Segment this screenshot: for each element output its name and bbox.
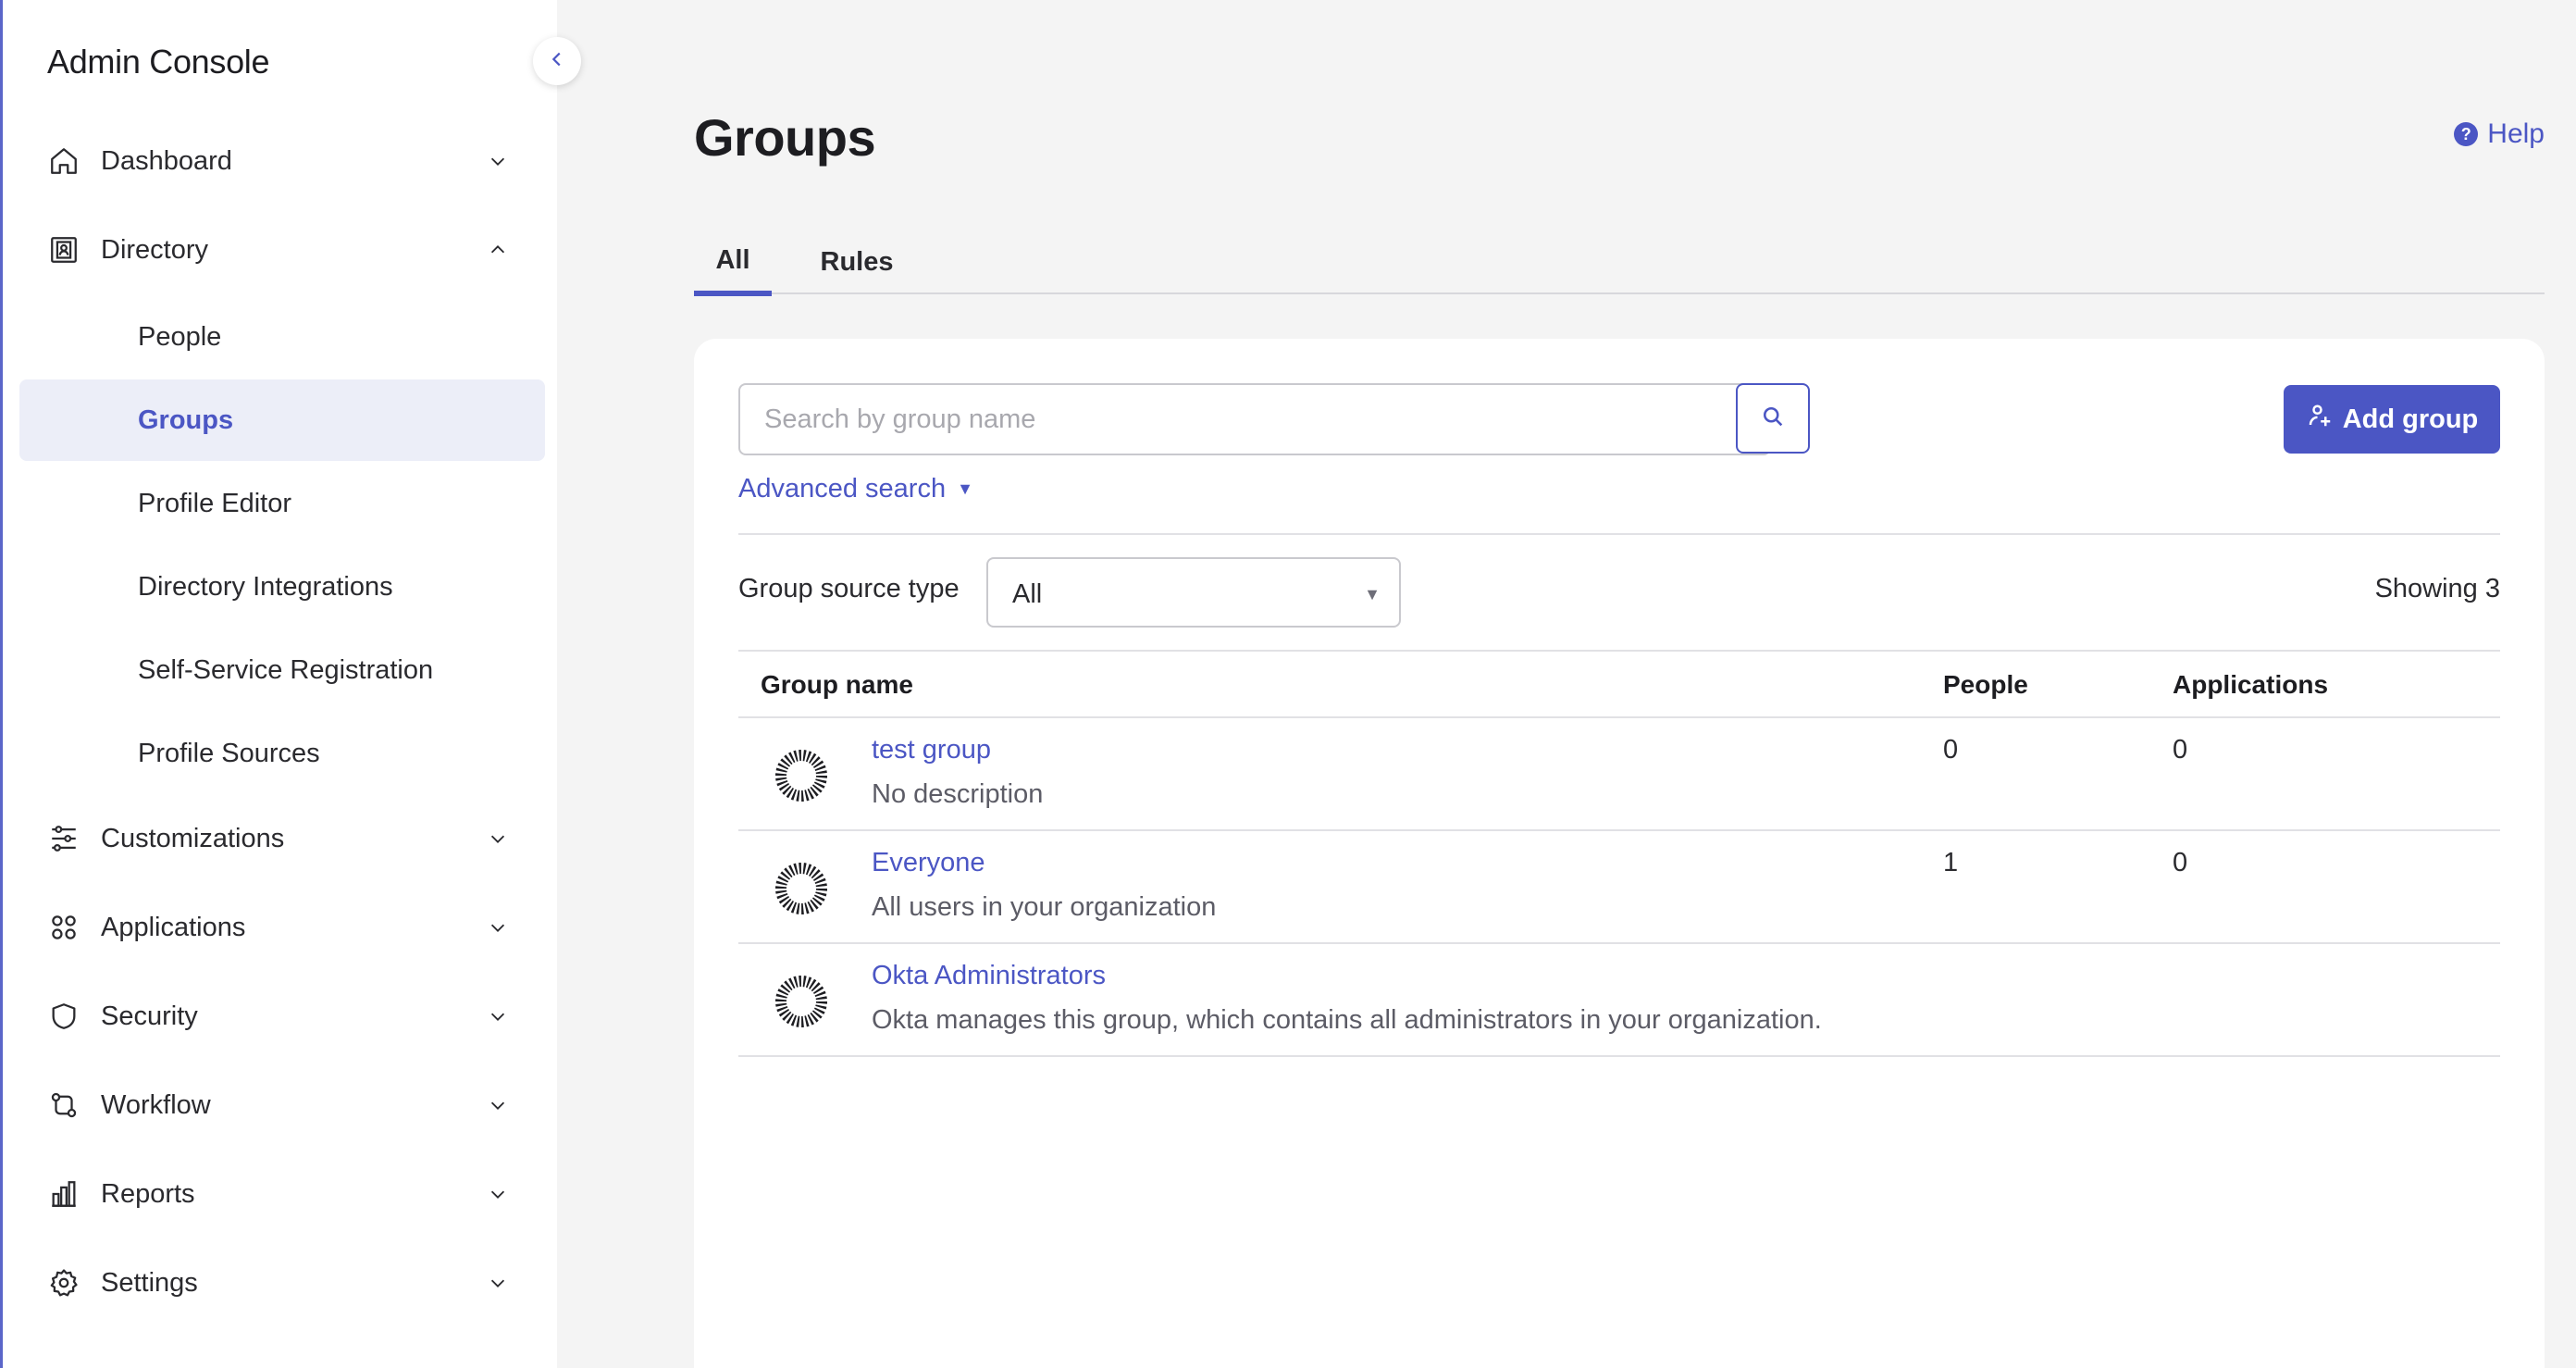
directory-icon (47, 233, 80, 267)
advanced-search-link[interactable]: Advanced search ▼ (738, 474, 973, 504)
okta-sunburst-icon (775, 976, 827, 1027)
table-header: Group name People Applications (738, 650, 2500, 718)
search-button[interactable] (1736, 383, 1810, 454)
chevron-down-icon (486, 915, 510, 939)
gear-icon (47, 1266, 80, 1300)
group-people-count: 1 (1943, 848, 1959, 877)
groups-card: Add group Advanced search ▼ Group source… (694, 339, 2545, 1368)
sidebar-item-label: Applications (101, 912, 246, 942)
group-people-count: 0 (1943, 735, 1959, 765)
home-icon (47, 144, 80, 178)
group-applications-count: 0 (2173, 735, 2188, 765)
sidebar-item-settings[interactable]: Settings (19, 1250, 545, 1316)
sidebar-item-directory[interactable]: Directory (19, 217, 545, 283)
divider (738, 533, 2500, 535)
bar-chart-icon (47, 1177, 80, 1211)
add-group-button[interactable]: Add group (2284, 385, 2500, 454)
chevron-down-icon (486, 1182, 510, 1206)
sidebar-item-label: Customizations (101, 823, 285, 853)
sidebar-item-label: Directory Integrations (138, 571, 393, 602)
sidebar-item-groups[interactable]: Groups (19, 379, 545, 461)
apps-grid-icon (47, 911, 80, 944)
search-input[interactable] (738, 383, 1771, 455)
workflow-icon (47, 1088, 80, 1122)
search-icon (1760, 404, 1786, 434)
sidebar: Admin Console Dashboard Directory People… (0, 0, 557, 1368)
results-count: Showing 3 (2374, 574, 2500, 603)
sidebar-item-workflow[interactable]: Workflow (19, 1072, 545, 1138)
group-description: No description (872, 779, 1044, 809)
sidebar-item-label: Self-Service Registration (138, 654, 434, 685)
sidebar-item-profile-editor[interactable]: Profile Editor (19, 463, 545, 544)
table-row: Okta Administrators Okta manages this gr… (738, 944, 2500, 1057)
help-label: Help (2487, 118, 2545, 149)
sidebar-item-people[interactable]: People (19, 296, 545, 378)
sidebar-item-label: Security (101, 1001, 198, 1031)
sidebar-item-label: Directory (101, 234, 209, 265)
tab-bar: All Rules (694, 230, 2545, 296)
tab-rules[interactable]: Rules (801, 230, 912, 294)
add-user-icon (2306, 402, 2334, 437)
groups-table: Group name People Applications test grou… (738, 650, 2500, 1057)
sidebar-item-customizations[interactable]: Customizations (19, 805, 545, 872)
chevron-up-icon (486, 238, 510, 262)
sidebar-item-applications[interactable]: Applications (19, 894, 545, 961)
shield-icon (47, 1000, 80, 1033)
sidebar-item-security[interactable]: Security (19, 983, 545, 1050)
sidebar-item-label: Settings (101, 1267, 198, 1298)
column-header-group-name[interactable]: Group name (761, 670, 913, 700)
sidebar-item-self-service-registration[interactable]: Self-Service Registration (19, 629, 545, 711)
group-name-link[interactable]: test group (872, 735, 991, 765)
sidebar-item-label: Workflow (101, 1089, 211, 1120)
chevron-down-icon (486, 1271, 510, 1295)
okta-sunburst-icon (775, 863, 827, 914)
sidebar-item-label: Dashboard (101, 145, 232, 176)
group-source-type-select[interactable]: All ▼ (986, 557, 1401, 628)
column-header-applications[interactable]: Applications (2173, 670, 2328, 700)
chevron-left-icon (547, 49, 567, 74)
sidebar-item-label: Profile Sources (138, 738, 320, 768)
collapse-sidebar-button[interactable] (533, 37, 581, 85)
sidebar-item-label: Reports (101, 1178, 195, 1209)
table-row: Everyone All users in your organization … (738, 831, 2500, 944)
sidebar-item-label: Groups (138, 404, 234, 435)
tab-all[interactable]: All (694, 230, 772, 296)
sidebar-item-reports[interactable]: Reports (19, 1161, 545, 1227)
table-row: test group No description 0 0 (738, 718, 2500, 831)
group-description: Okta manages this group, which contains … (872, 1005, 1822, 1035)
chevron-down-icon (486, 1004, 510, 1028)
sidebar-item-label: People (138, 321, 222, 352)
add-group-label: Add group (2342, 404, 2479, 434)
chevron-down-icon (486, 827, 510, 851)
group-name-link[interactable]: Okta Administrators (872, 961, 1106, 991)
column-header-people[interactable]: People (1943, 670, 2028, 700)
chevron-down-icon (486, 149, 510, 173)
sidebar-item-label: Profile Editor (138, 488, 292, 518)
help-link[interactable]: ? Help (2454, 118, 2545, 150)
caret-down-icon: ▼ (957, 479, 973, 498)
advanced-search-label: Advanced search (738, 474, 947, 504)
group-name-link[interactable]: Everyone (872, 848, 985, 878)
sidebar-item-profile-sources[interactable]: Profile Sources (19, 713, 545, 794)
brand-title: Admin Console (47, 43, 270, 81)
chevron-down-icon (486, 1093, 510, 1117)
filter-label: Group source type (738, 574, 960, 603)
sliders-icon (47, 822, 80, 855)
caret-down-icon: ▼ (1364, 585, 1381, 603)
group-description: All users in your organization (872, 892, 1217, 922)
filter-selected-value: All (1012, 579, 1043, 609)
page-title: Groups (694, 108, 876, 167)
sidebar-item-dashboard[interactable]: Dashboard (19, 128, 545, 194)
group-applications-count: 0 (2173, 848, 2188, 877)
sidebar-item-directory-integrations[interactable]: Directory Integrations (19, 546, 545, 628)
question-circle-icon: ? (2454, 122, 2479, 146)
okta-sunburst-icon (775, 750, 827, 802)
